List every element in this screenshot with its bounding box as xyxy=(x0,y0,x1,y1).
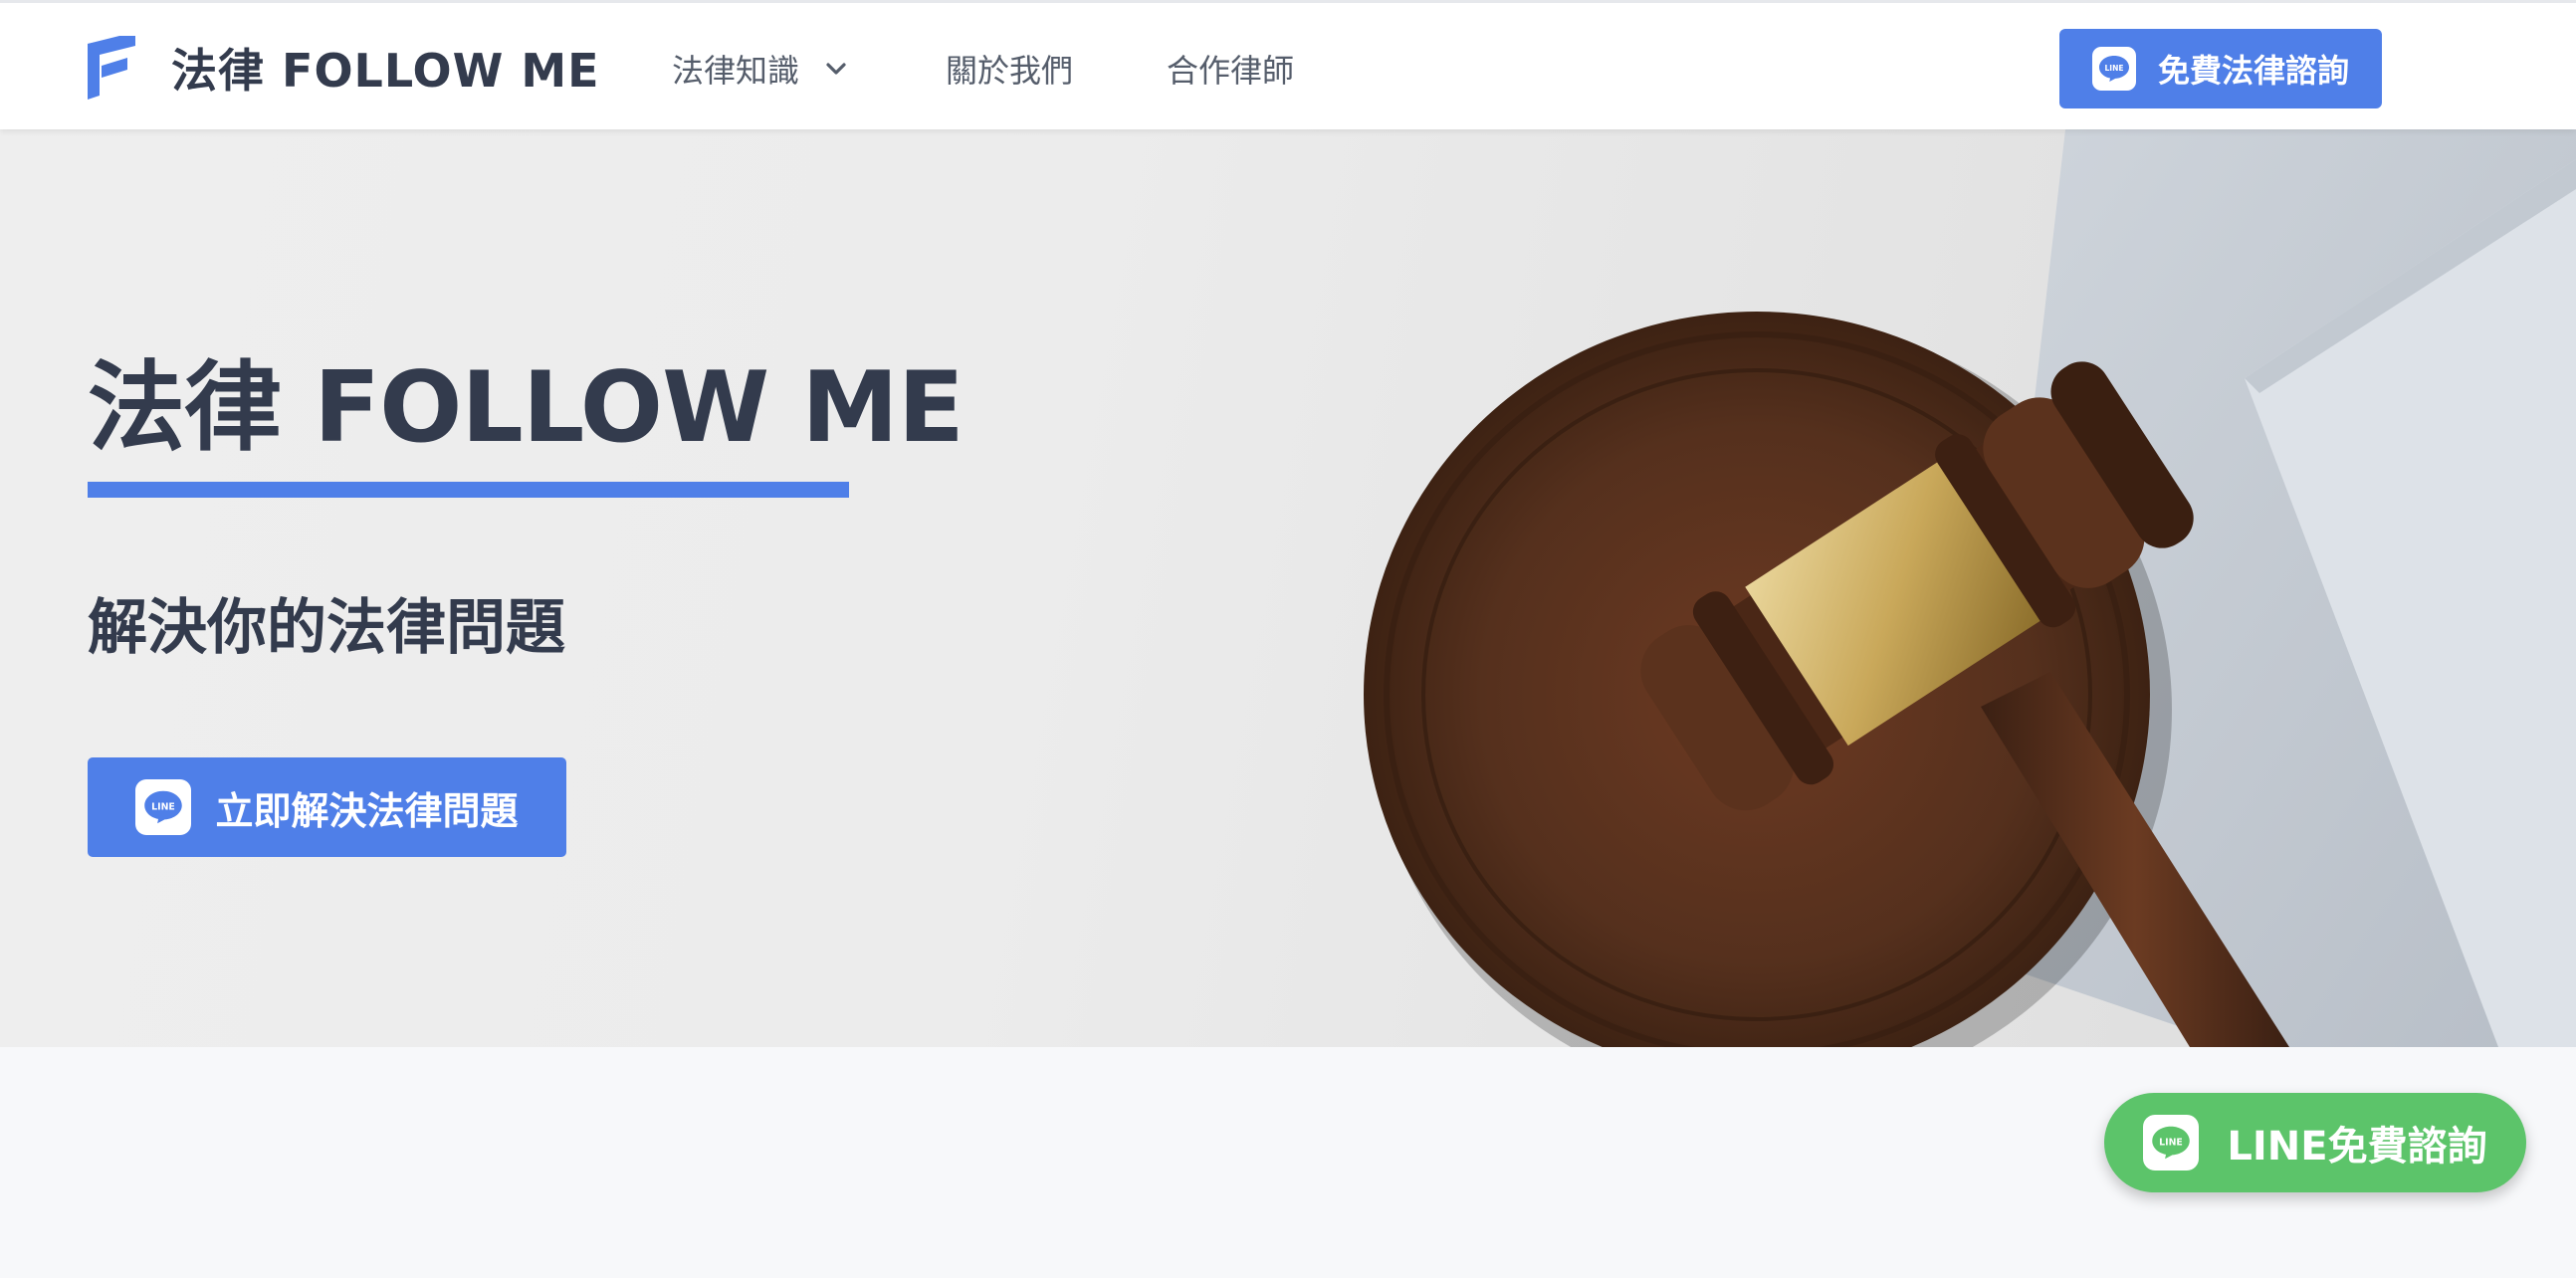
nav-item-legal-knowledge[interactable]: 法律知識 xyxy=(672,46,946,92)
line-icon: LINE xyxy=(2143,1115,2200,1171)
nav-item-about-us[interactable]: 關於我們 xyxy=(946,46,1167,92)
hero-banner: 法律 FOLLOW ME 解決你的法律問題 LINE 立即解決法律問題 xyxy=(0,129,2576,1047)
brand-name: 法律 FOLLOW ME xyxy=(171,44,600,98)
line-free-consultation-float-button[interactable]: LINE LINE免費諮詢 xyxy=(2104,1093,2526,1192)
nav-item-label: 法律知識 xyxy=(672,52,800,90)
free-consultation-button[interactable]: LINE 免費法律諮詢 xyxy=(2059,29,2382,108)
nav-item-label: 關於我們 xyxy=(946,52,1074,90)
nav-item-label: 合作律師 xyxy=(1167,52,1295,90)
main-nav: 法律知識 關於我們 合作律師 xyxy=(672,37,1294,101)
solve-legal-problem-label: 立即解決法律問題 xyxy=(215,788,519,833)
title-underline xyxy=(88,482,849,498)
solve-legal-problem-button[interactable]: LINE 立即解決法律問題 xyxy=(88,757,566,857)
brand-f-icon xyxy=(88,36,135,100)
svg-text:LINE: LINE xyxy=(152,802,176,813)
line-icon: LINE xyxy=(135,779,192,835)
hero-subtitle: 解決你的法律問題 xyxy=(88,593,565,663)
chevron-down-icon xyxy=(826,63,846,75)
svg-text:LINE: LINE xyxy=(2104,64,2123,73)
line-icon: LINE xyxy=(2091,47,2136,91)
line-free-consultation-label: LINE免費諮詢 xyxy=(2227,1124,2487,1170)
svg-text:LINE: LINE xyxy=(2160,1138,2184,1149)
hero-title: 法律 FOLLOW ME xyxy=(88,351,965,465)
nav-item-partner-lawyers[interactable]: 合作律師 xyxy=(1167,46,1294,92)
free-consultation-label: 免費法律諮詢 xyxy=(2157,52,2349,90)
brand-logo-link[interactable]: 法律 FOLLOW ME xyxy=(88,33,600,103)
site-header: 法律 FOLLOW ME 法律知識 關於我們 合作律師 LINE 免費法律諮詢 xyxy=(0,0,2576,129)
